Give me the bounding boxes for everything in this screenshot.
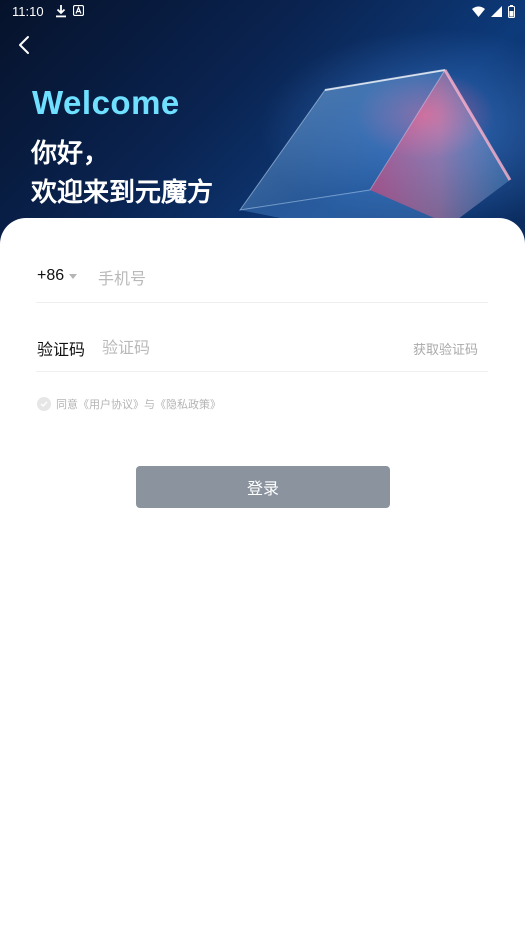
signal-icon [491,5,502,17]
agreement-row: 同意 《用户协议》 与 《隐私政策》 [37,396,221,412]
agreement-connector: 与 [144,398,155,411]
privacy-policy-link[interactable]: 《隐私政策》 [155,396,221,412]
download-icon [56,5,66,18]
country-code: +86 [37,267,65,284]
code-input[interactable] [102,334,342,360]
wifi-icon [472,6,485,17]
login-button[interactable]: 登录 [136,466,390,508]
agreement-prefix: 同意 [56,398,78,411]
caret-down-icon [69,273,78,279]
status-bar: 11:10 [0,0,525,24]
back-arrow-icon[interactable] [14,34,36,56]
verification-code-row: 验证码 获取验证码 [36,322,488,372]
phone-row: +86 [36,253,488,303]
crystal-prism-image [238,69,512,230]
status-time: 11:10 [12,4,44,19]
user-agreement-link[interactable]: 《用户协议》 [78,396,144,412]
status-icons [472,4,515,18]
country-code-selector[interactable]: +86 [37,267,78,285]
get-code-button[interactable]: 获取验证码 [413,339,478,358]
phone-input[interactable] [98,265,398,291]
check-circle-icon[interactable] [37,397,51,411]
battery-icon [508,4,515,18]
header-banner: 11:10 Welcome 你好， 欢迎来到元魔方 [0,0,525,250]
welcome-title: Welcome [32,84,180,121]
greeting-line-1: 你好， [31,139,110,169]
notification-a-icon [73,5,84,16]
code-label: 验证码 [37,340,86,359]
greeting-line-2: 欢迎来到元魔方 [31,178,214,208]
